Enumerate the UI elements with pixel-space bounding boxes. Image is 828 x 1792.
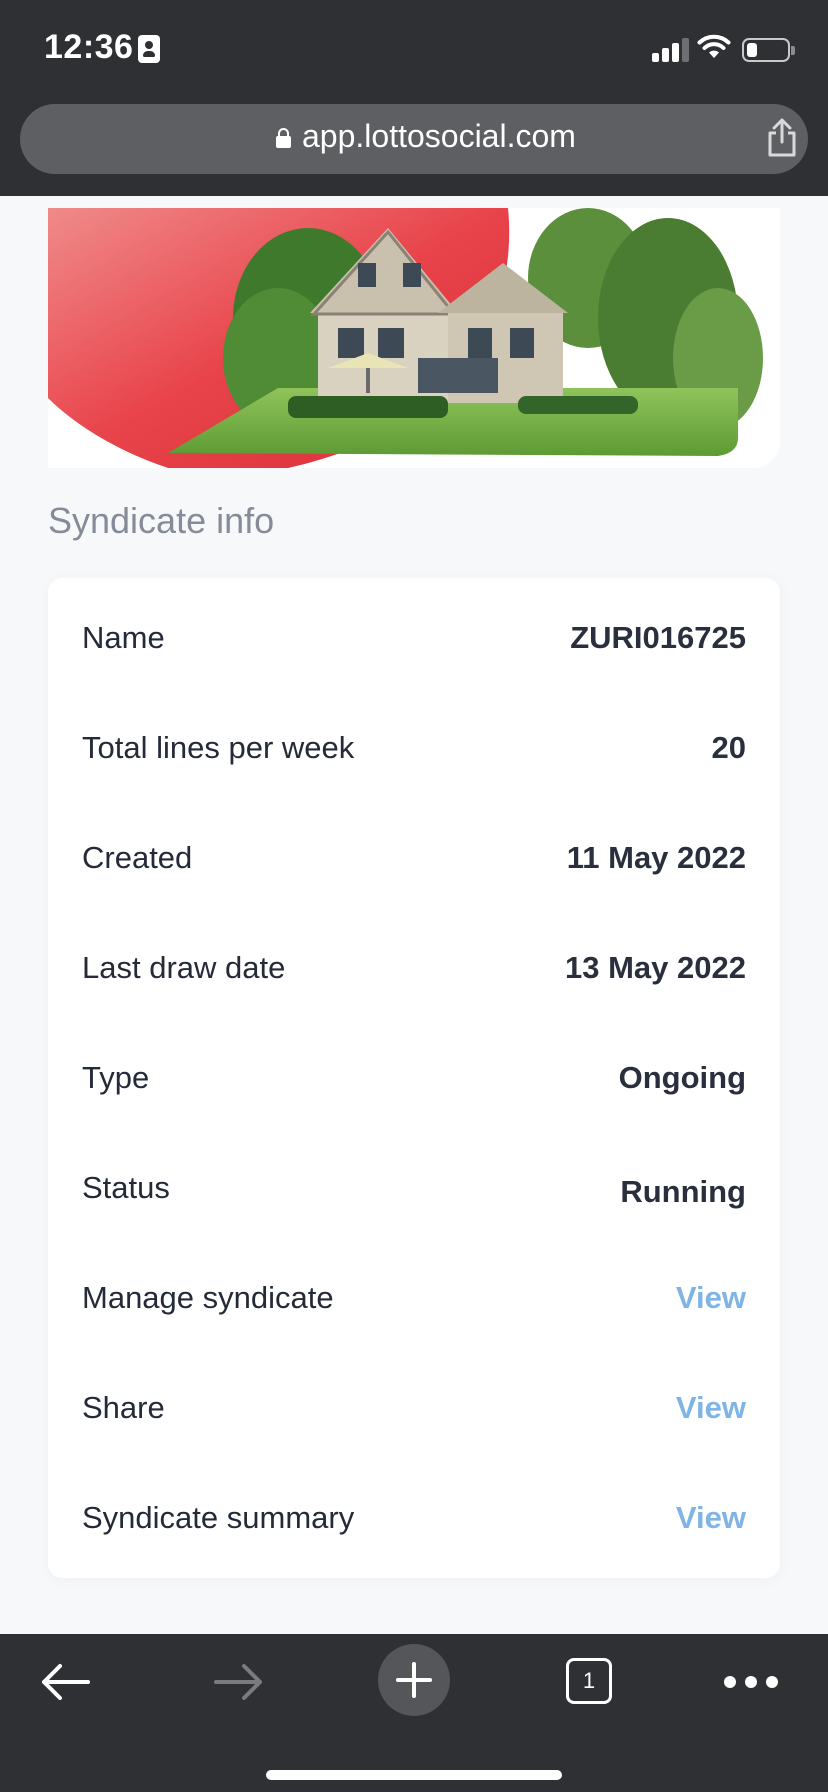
home-indicator[interactable]	[266, 1770, 562, 1780]
url-field[interactable]: app.lottosocial.com	[20, 104, 808, 174]
info-row-created: Created 11 May 2022	[82, 830, 746, 890]
back-arrow-icon[interactable]	[38, 1662, 92, 1702]
forward-arrow-icon[interactable]	[212, 1662, 266, 1702]
more-icon[interactable]	[724, 1676, 778, 1688]
info-row-total-lines: Total lines per week 20	[82, 720, 746, 780]
share-icon[interactable]	[766, 118, 798, 158]
row-label: Syndicate summary	[82, 1500, 355, 1535]
row-label: Last draw date	[82, 950, 286, 985]
info-row-status: Status Running	[82, 1160, 746, 1220]
info-row-share: Share View	[82, 1380, 746, 1440]
info-row-manage-syndicate: Manage syndicate View	[82, 1270, 746, 1330]
url-text: app.lottosocial.com	[302, 118, 576, 154]
hero-banner-image	[48, 208, 780, 468]
wifi-icon	[697, 34, 731, 58]
browser-address-bar: app.lottosocial.com	[0, 98, 828, 196]
info-row-last-draw-date: Last draw date 13 May 2022	[82, 940, 746, 1000]
contact-card-icon	[138, 35, 160, 63]
syndicate-info-card: Name ZURI016725 Total lines per week 20 …	[48, 578, 780, 1578]
share-view-link[interactable]: View	[676, 1390, 746, 1426]
row-label: Manage syndicate	[82, 1280, 334, 1315]
row-value: 11 May 2022	[566, 840, 746, 875]
syndicate-summary-view-link[interactable]: View	[676, 1500, 746, 1536]
row-label: Type	[82, 1060, 150, 1095]
row-label: Total lines per week	[82, 730, 355, 765]
row-label: Created	[82, 840, 193, 875]
info-row-name: Name ZURI016725	[82, 610, 746, 670]
page-content: Syndicate info Name ZURI016725 Total lin…	[0, 196, 828, 1634]
row-label: Share	[82, 1390, 165, 1425]
status-bar: 12:36	[0, 0, 828, 98]
row-value: ZURI016725	[570, 620, 746, 655]
battery-icon	[742, 38, 795, 62]
info-row-syndicate-summary: Syndicate summary View	[82, 1490, 746, 1550]
new-tab-plus-icon[interactable]	[378, 1644, 450, 1716]
row-value: 20	[711, 730, 746, 765]
row-label: Name	[82, 620, 165, 655]
status-time: 12:36	[44, 28, 134, 66]
browser-toolbar: 1	[0, 1634, 828, 1792]
house-illustration	[48, 208, 780, 468]
row-label: Status	[82, 1170, 170, 1205]
row-value: 13 May 2022	[565, 950, 746, 985]
row-value: Running	[620, 1174, 746, 1209]
lock-icon	[276, 128, 291, 148]
section-title: Syndicate info	[48, 500, 275, 541]
tabs-icon[interactable]: 1	[566, 1658, 612, 1704]
info-row-type: Type Ongoing	[82, 1050, 746, 1110]
row-value: Ongoing	[618, 1060, 746, 1095]
cellular-signal-icon	[652, 38, 690, 62]
manage-syndicate-view-link[interactable]: View	[676, 1280, 746, 1316]
